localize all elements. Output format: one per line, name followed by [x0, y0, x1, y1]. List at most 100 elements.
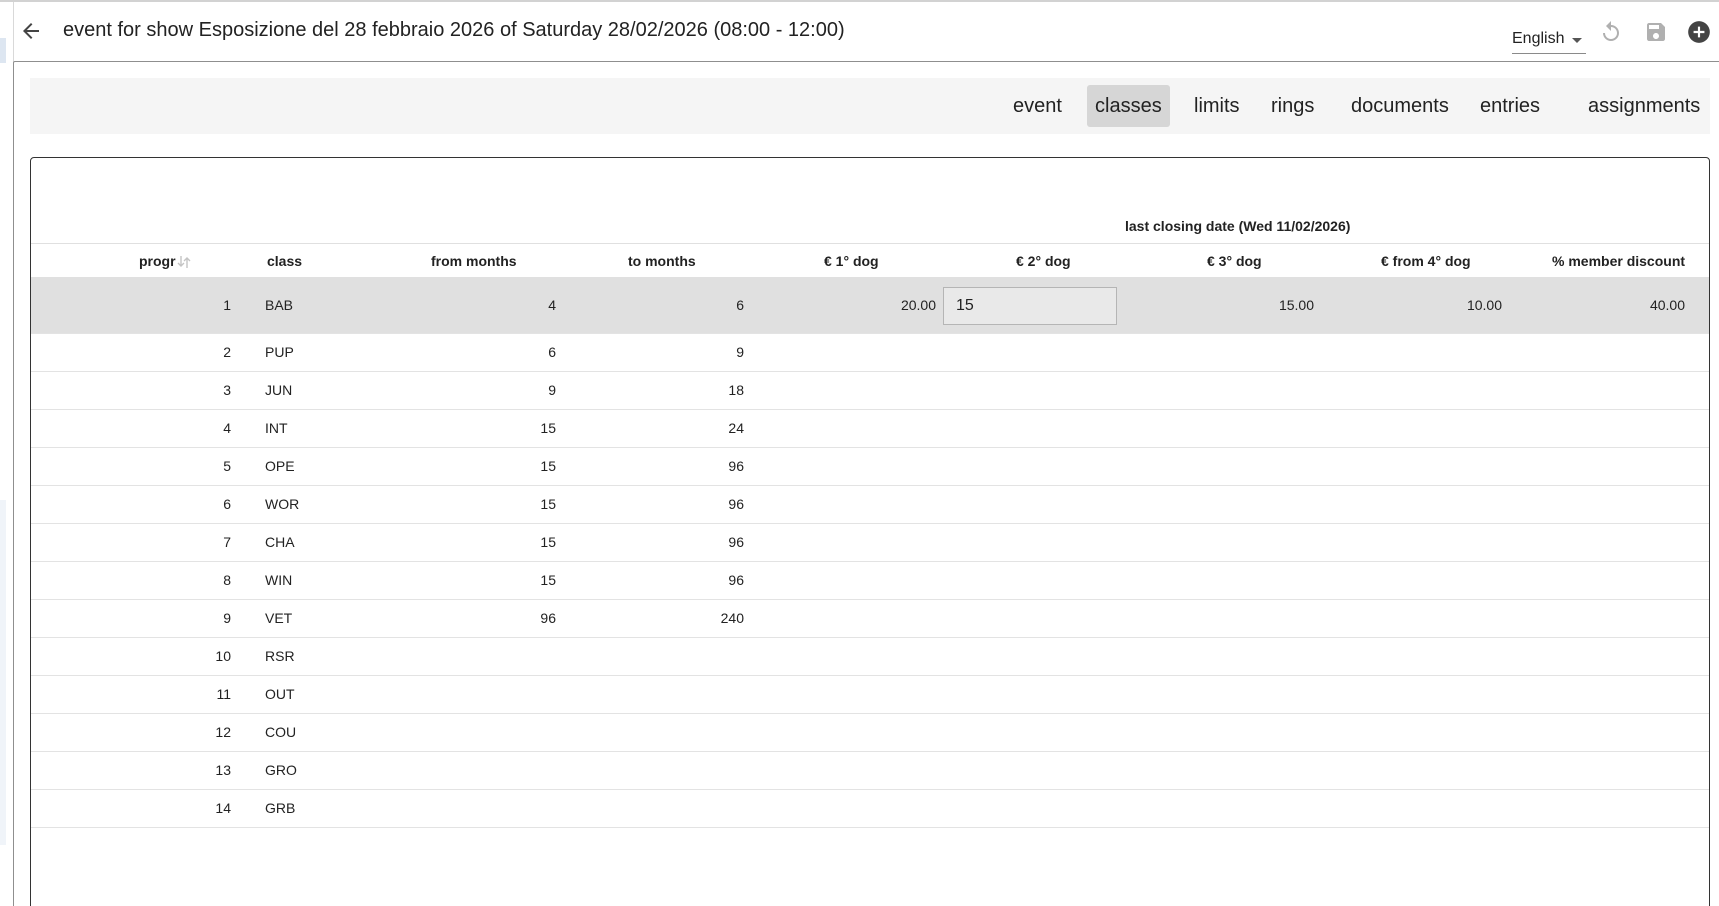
table-row[interactable]: 3 JUN 9 18	[31, 372, 1709, 410]
cell-p4[interactable]: 10.00	[1467, 297, 1502, 313]
cell-progr[interactable]: 11	[216, 686, 231, 702]
cell-class[interactable]: OUT	[265, 686, 295, 702]
col-header-member-discount[interactable]: % member discount	[1552, 253, 1685, 269]
cell-to[interactable]: 18	[728, 382, 744, 398]
table-row[interactable]: 7 CHA 15 96	[31, 524, 1709, 562]
col-header-price-1[interactable]: € 1° dog	[824, 253, 879, 269]
tab-limits[interactable]: limits	[1186, 85, 1248, 127]
cell-from[interactable]: 15	[540, 496, 556, 512]
left-edge-strip	[0, 0, 14, 906]
undo-icon	[1603, 21, 1619, 41]
col-header-price-3[interactable]: € 3° dog	[1207, 253, 1262, 269]
chevron-down-icon	[1572, 38, 1582, 43]
cell-progr[interactable]: 2	[223, 344, 231, 360]
cell-class[interactable]: JUN	[265, 382, 292, 398]
cell-progr[interactable]: 13	[215, 762, 231, 778]
cell-class[interactable]: OPE	[265, 458, 295, 474]
tab-classes[interactable]: classes	[1087, 85, 1170, 127]
left-edge-marker	[0, 500, 6, 845]
language-select[interactable]: English	[1512, 24, 1586, 54]
cell-class[interactable]: INT	[265, 420, 288, 436]
cell-class[interactable]: PUP	[265, 344, 294, 360]
cell-progr[interactable]: 7	[223, 534, 231, 550]
cell-class[interactable]: RSR	[265, 648, 295, 664]
cell-from[interactable]: 6	[548, 344, 556, 360]
cell-from[interactable]: 15	[540, 572, 556, 588]
cell-progr[interactable]: 8	[223, 572, 231, 588]
add-button[interactable]	[1684, 17, 1714, 47]
cell-class[interactable]: CHA	[265, 534, 295, 550]
classes-table: last closing date (Wed 11/02/2026) progr…	[30, 157, 1710, 906]
cell-to[interactable]: 24	[728, 420, 744, 436]
cell-class[interactable]: VET	[265, 610, 292, 626]
cell-to[interactable]: 96	[728, 572, 744, 588]
cell-from[interactable]: 9	[548, 382, 556, 398]
tab-event[interactable]: event	[1005, 85, 1070, 127]
cell-progr[interactable]: 9	[223, 610, 231, 626]
cell-to[interactable]: 9	[736, 344, 744, 360]
language-select-value: English	[1512, 30, 1565, 47]
cell-from[interactable]: 15	[540, 534, 556, 550]
cell-from[interactable]: 15	[540, 420, 556, 436]
cell-from[interactable]: 4	[548, 297, 556, 313]
col-header-price-4[interactable]: € from 4° dog	[1381, 253, 1471, 269]
cell-to[interactable]: 96	[728, 458, 744, 474]
cell-class[interactable]: WOR	[265, 496, 299, 512]
save-button[interactable]	[1641, 17, 1671, 47]
undo-button[interactable]	[1596, 17, 1626, 47]
table-row[interactable]: 13 GRO	[31, 752, 1709, 790]
table-row[interactable]: 4 INT 15 24	[31, 410, 1709, 448]
cell-progr[interactable]: 1	[223, 297, 231, 313]
table-row[interactable]: 11 OUT	[31, 676, 1709, 714]
cell-from[interactable]: 15	[540, 458, 556, 474]
col-header-price-2[interactable]: € 2° dog	[1016, 253, 1071, 269]
col-header-from-months[interactable]: from months	[431, 253, 517, 269]
col-header-progr[interactable]: progr	[139, 253, 176, 269]
cell-progr[interactable]: 12	[215, 724, 231, 740]
save-icon	[1647, 23, 1665, 41]
cell-class[interactable]: COU	[265, 724, 296, 740]
cell-progr[interactable]: 10	[215, 648, 231, 664]
cell-to[interactable]: 6	[736, 297, 744, 313]
cell-progr[interactable]: 4	[223, 420, 231, 436]
col-header-class[interactable]: class	[267, 253, 302, 269]
price-2-input[interactable]: 15	[943, 287, 1117, 325]
table-row[interactable]: 2 PUP 6 9	[31, 334, 1709, 372]
cell-p1[interactable]: 20.00	[901, 297, 936, 313]
cell-progr[interactable]: 3	[223, 382, 231, 398]
add-circle-icon	[1688, 21, 1710, 43]
cell-to[interactable]: 240	[721, 610, 744, 626]
cell-from[interactable]: 96	[540, 610, 556, 626]
tab-entries[interactable]: entries	[1472, 85, 1548, 127]
cell-to[interactable]: 96	[728, 496, 744, 512]
cell-progr[interactable]: 5	[223, 458, 231, 474]
cell-progr[interactable]: 6	[223, 496, 231, 512]
table-row[interactable]: 14 GRB	[31, 790, 1709, 828]
cell-p3[interactable]: 15.00	[1279, 297, 1314, 313]
table-row[interactable]: 10 RSR	[31, 638, 1709, 676]
sort-icon[interactable]	[177, 254, 191, 270]
cell-class[interactable]: WIN	[265, 572, 292, 588]
tab-bar: event classes limits rings documents ent…	[30, 78, 1710, 134]
table-row[interactable]: 9 VET 96 240	[31, 600, 1709, 638]
top-bar: event for show Esposizione del 28 febbra…	[0, 0, 1719, 62]
tab-rings[interactable]: rings	[1263, 85, 1322, 127]
cell-class[interactable]: BAB	[265, 297, 293, 313]
table-row[interactable]: 6 WOR 15 96	[31, 486, 1709, 524]
cell-progr[interactable]: 14	[215, 800, 231, 816]
cell-class[interactable]: GRB	[265, 800, 295, 816]
table-row[interactable]: 12 COU	[31, 714, 1709, 752]
cell-to[interactable]: 96	[728, 534, 744, 550]
closing-date-group-label: last closing date (Wed 11/02/2026)	[1125, 218, 1351, 234]
cell-class[interactable]: GRO	[265, 762, 297, 778]
cell-discount[interactable]: 40.00	[1650, 297, 1685, 313]
tab-assignments[interactable]: assignments	[1580, 85, 1708, 127]
tab-documents[interactable]: documents	[1343, 85, 1457, 127]
table-row[interactable]: 8 WIN 15 96	[31, 562, 1709, 600]
arrow-back-icon	[23, 23, 39, 39]
back-button[interactable]	[14, 14, 48, 48]
table-row[interactable]: 5 OPE 15 96	[31, 448, 1709, 486]
table-row[interactable]: 1 BAB 4 6 20.00 15.00 10.00 40.00 15	[31, 278, 1709, 334]
col-header-to-months[interactable]: to months	[628, 253, 696, 269]
table-header: progr class from months to months € 1° d…	[31, 244, 1709, 278]
